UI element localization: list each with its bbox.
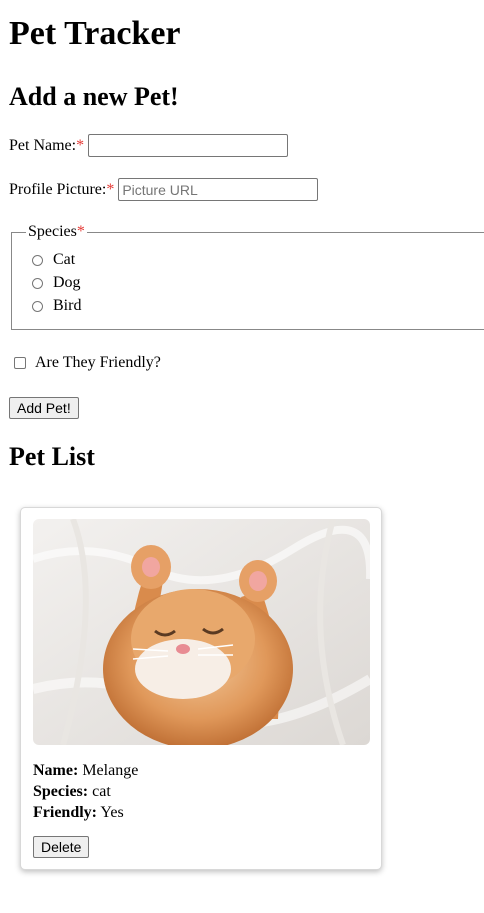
species-option-label: Dog (53, 274, 81, 291)
friendly-checkbox[interactable] (14, 357, 26, 369)
species-legend-label: Species (28, 223, 77, 240)
pet-name-label: Pet Name: (9, 136, 77, 154)
orange-kitten-photo (33, 519, 370, 745)
pet-name-label: Name: (33, 762, 79, 779)
pet-friendly-label: Friendly: (33, 804, 97, 821)
species-option-bird[interactable]: Bird (32, 296, 81, 316)
species-fieldset (11, 232, 484, 330)
form-heading: Add a new Pet! (9, 82, 179, 111)
pet-friendly-value: Yes (100, 804, 124, 821)
pet-friendly-line: Friendly: Yes (33, 802, 124, 823)
profile-picture-label: Profile Picture: (9, 180, 107, 198)
profile-picture-row: Profile Picture: * (9, 178, 319, 201)
required-marker: * (76, 223, 85, 240)
species-option-cat[interactable]: Cat (32, 250, 75, 270)
pet-name-line: Name: Melange (33, 760, 138, 781)
radio-button[interactable] (32, 254, 43, 266)
submit-row: Add Pet! (9, 397, 79, 419)
species-legend: Species* (26, 222, 87, 242)
pet-list-heading: Pet List (9, 442, 95, 471)
species-option-dog[interactable]: Dog (32, 273, 81, 293)
species-option-label: Cat (53, 251, 76, 268)
profile-picture-input[interactable] (118, 178, 319, 201)
required-marker: * (76, 136, 85, 154)
delete-row: Delete (33, 836, 90, 858)
radio-button[interactable] (32, 277, 43, 289)
pet-name-input[interactable] (88, 134, 289, 157)
species-option-label: Bird (53, 297, 82, 314)
pet-photo (33, 519, 370, 745)
pet-name-row: Pet Name: * (9, 134, 289, 157)
delete-button[interactable]: Delete (33, 836, 90, 858)
required-marker: * (106, 180, 115, 198)
radio-button[interactable] (32, 300, 43, 312)
pet-card: Name: Melange Species: cat Friendly: Yes… (20, 507, 382, 870)
friendly-label: Are They Friendly? (35, 354, 161, 371)
pet-name-value: Melange (82, 762, 139, 779)
friendly-row[interactable]: Are They Friendly? (14, 354, 161, 372)
add-pet-button[interactable]: Add Pet! (9, 397, 79, 419)
page-title: Pet Tracker (9, 15, 181, 52)
pet-species-label: Species: (33, 783, 89, 800)
pet-species-line: Species: cat (33, 781, 111, 802)
pet-species-value: cat (92, 783, 111, 800)
